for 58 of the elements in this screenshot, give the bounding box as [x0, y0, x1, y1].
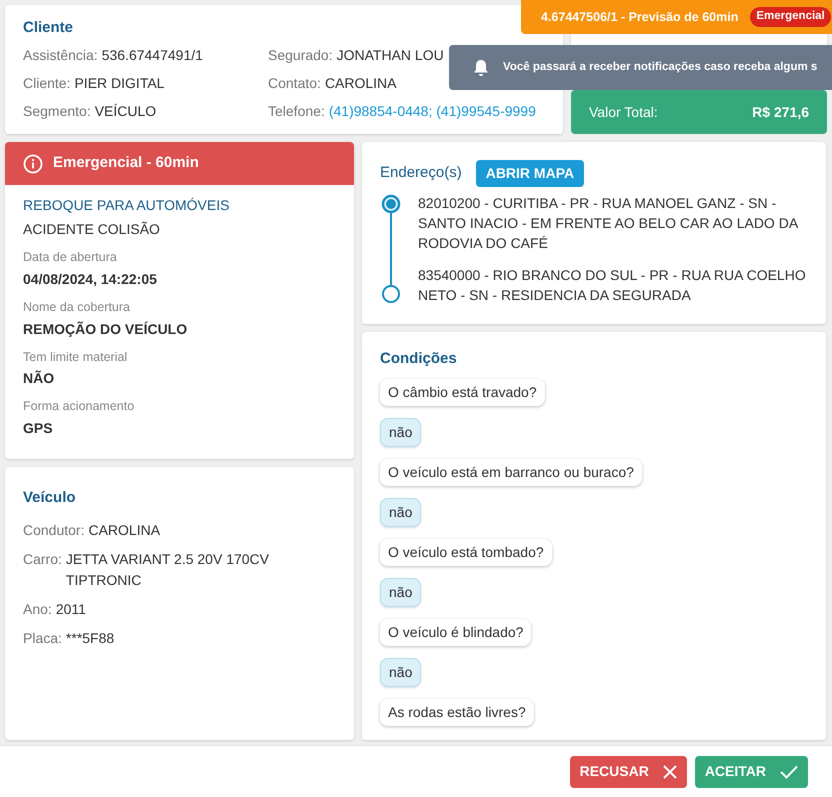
close-icon: [662, 764, 677, 778]
card-title: Endereço(s): [380, 163, 462, 184]
card-title: Cliente: [23, 18, 74, 38]
field-label: Assistência:: [23, 46, 98, 64]
answer-bubble: não: [380, 658, 422, 686]
detail-value: GPS: [23, 419, 54, 438]
field-label: Condutor:: [23, 520, 84, 540]
toast-text: Você passará a receber notificações caso receba algum s: [503, 60, 818, 75]
answer-bubble: não: [380, 498, 422, 526]
field-label: Placa:: [23, 628, 62, 648]
detail-value: 04/08/2024, 14:22:05: [23, 270, 158, 289]
question-bubble: O veículo está em barranco ou buraco?: [380, 458, 642, 486]
field-value: VEÍCULO: [94, 102, 156, 120]
field-label: Ano:: [23, 600, 52, 618]
answer-bubble: não: [380, 578, 422, 606]
question-bubble: O veículo é blindado?: [380, 618, 532, 646]
detail-label: Data de abertura: [23, 249, 118, 266]
banner-text: 4.67447506/1 - Previsão de 60min: [541, 8, 738, 26]
question-bubble: As rodas estão livres?: [380, 698, 534, 726]
field-value: ***5F88: [66, 628, 116, 648]
service-subtitle: ACIDENTE COLISÃO: [23, 220, 161, 239]
address-text: 82010200 - CURITIBA - PR - RUA MANOEL GANZ - SN - SANTO INACIO - EM FRENTE AO BELO CAR AO LADO DA RODOVIA DO CAFÉ: [418, 194, 799, 253]
field-value: 2011: [56, 600, 87, 618]
field-value: CAROLINA: [88, 520, 162, 540]
check-icon: [780, 764, 798, 778]
field-value: PIER DIGITAL: [74, 74, 164, 92]
detail-value: REMOÇÃO DO VEÍCULO: [23, 320, 188, 339]
field-label: Segmento:: [23, 102, 91, 121]
detail-label: Nome da cobertura: [23, 298, 132, 316]
answer-bubble: não: [380, 418, 422, 446]
phone-link[interactable]: (41)98854-0448; (41)99545-9999: [328, 100, 536, 122]
field-label: Telefone:: [268, 102, 325, 120]
accept-button[interactable]: ACEITAR: [694, 756, 808, 788]
field-label: Cliente:: [23, 74, 70, 92]
address-text: 83540000 - RIO BRANCO DO SUL - PR - RUA RUA COELHO NETO - SN - RESIDENCIA DA SEGURADA: [418, 266, 807, 305]
alert-text: Emergencial - 60min: [53, 153, 199, 174]
field-label: Segurado:: [268, 46, 333, 65]
card-title: Condições: [380, 349, 458, 369]
detail-label: Tem limite material: [23, 348, 128, 366]
field-value: JETTA VARIANT 2.5 20V 170CV TIPTRONIC: [66, 550, 270, 590]
open-map-button[interactable]: ABRIR MAPA: [476, 160, 584, 187]
detail-value: NÃO: [23, 369, 56, 388]
field-value: 536.67447491/1: [102, 46, 203, 64]
total-label: Valor Total:: [589, 102, 658, 122]
field-label: Contato:: [268, 74, 321, 92]
field-value: CAROLINA: [324, 74, 397, 92]
card-title: Veículo: [23, 488, 77, 508]
reject-button[interactable]: RECUSAR: [570, 756, 687, 788]
detail-label: Forma acionamento: [23, 398, 136, 416]
field-label: Carro:: [23, 550, 62, 568]
field-value: JONATHAN LOU: [336, 46, 444, 64]
question-bubble: O veículo está tombado?: [380, 538, 552, 566]
service-title: REBOQUE PARA AUTOMÓVEIS: [23, 196, 230, 215]
info-icon: [23, 154, 43, 174]
bell-icon: [473, 58, 489, 76]
total-value: R$ 271,6: [752, 102, 809, 122]
question-bubble: O câmbio está travado?: [380, 378, 545, 406]
emergency-badge: Emergencial: [750, 7, 831, 27]
